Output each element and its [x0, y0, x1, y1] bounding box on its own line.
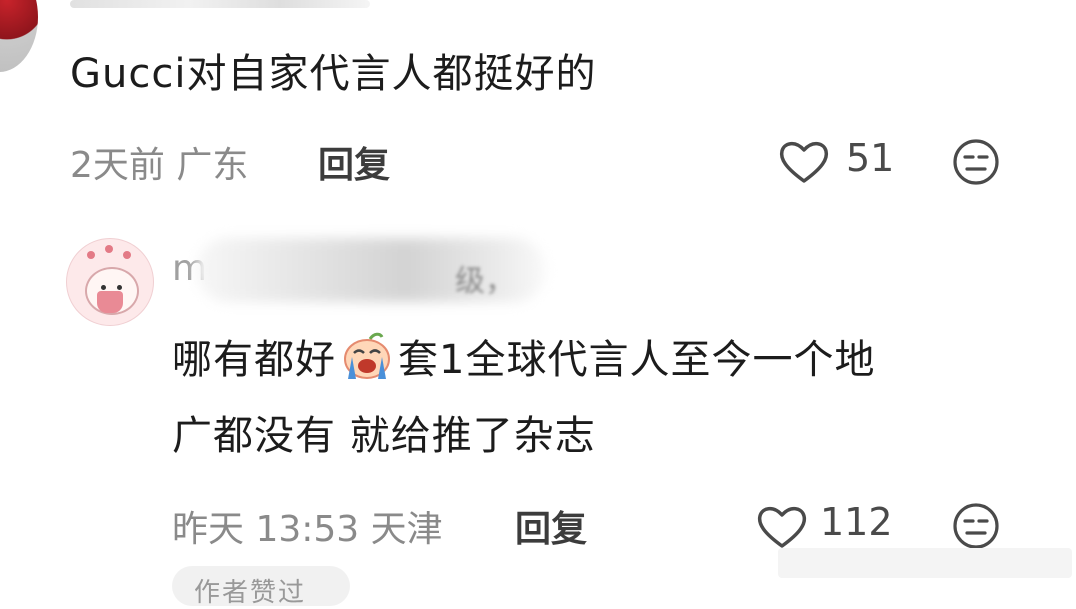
crying-face-emoji — [340, 331, 394, 381]
author-liked-badge: 作者赞过 — [172, 566, 350, 608]
user-level: 级， — [455, 264, 515, 299]
comment-meta: 2天前 广东 — [70, 145, 249, 186]
comment-text: Gucci对自家代言人都挺好的 — [70, 51, 597, 97]
comment-text: 哪有都好 套1全球代言人至今一个地 — [172, 328, 875, 392]
reply-button[interactable]: 回复 — [515, 500, 587, 552]
reply-button[interactable]: 回复 — [318, 136, 390, 188]
meh-face-icon[interactable] — [952, 138, 1000, 190]
comment-text: 广都没有 就给推了杂志 — [172, 413, 596, 459]
heart-icon[interactable] — [778, 139, 830, 189]
heart-icon[interactable] — [756, 504, 808, 554]
like-count: 51 — [846, 136, 895, 180]
comment-text-part: 哪有都好 — [172, 337, 336, 383]
cropped-header — [70, 0, 370, 8]
avatar[interactable] — [0, 0, 38, 72]
comment-meta: 昨天 13:53 天津 — [172, 509, 443, 550]
watermark — [778, 548, 1072, 578]
comment-text-part: 套1全球代言人至今一个地 — [398, 337, 876, 383]
like-count: 112 — [820, 500, 893, 544]
author-liked-label: 作者赞过 — [194, 578, 307, 608]
meh-face-icon[interactable] — [952, 502, 1000, 554]
avatar[interactable] — [66, 238, 154, 326]
